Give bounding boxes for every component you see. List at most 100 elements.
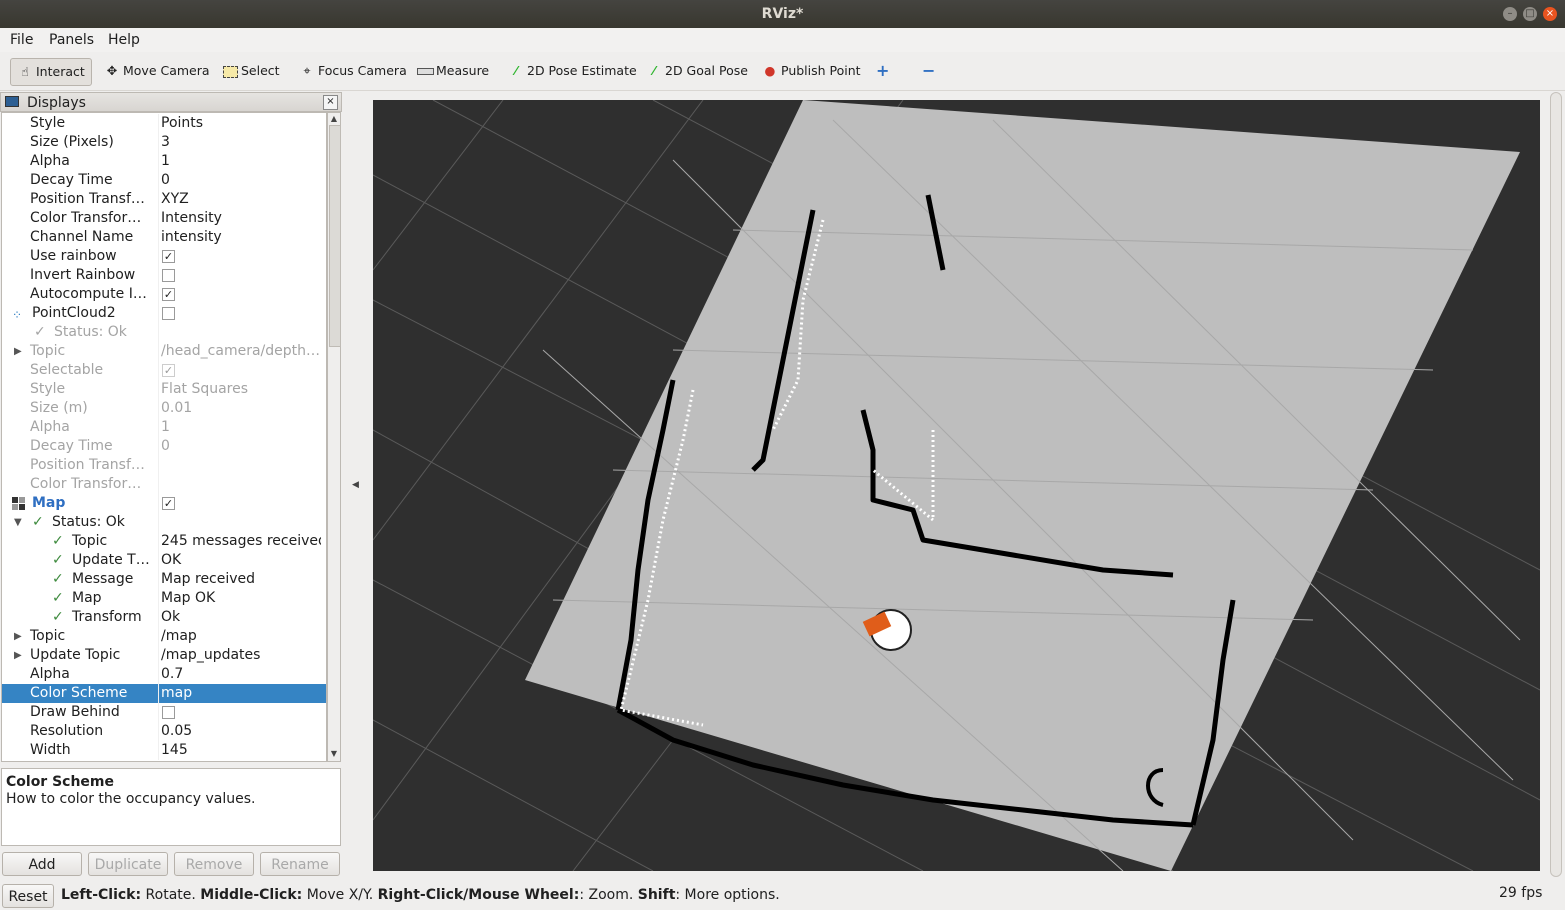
property-checkbox[interactable]: ✓: [162, 364, 175, 377]
property-value[interactable]: 0.01: [161, 399, 321, 418]
focus-camera-tool-button[interactable]: ⌖ Focus Camera: [293, 58, 413, 84]
property-row[interactable]: Autocompute I… ✓: [2, 285, 326, 304]
property-row[interactable]: ▶ Update Topic/map_updates: [2, 646, 326, 665]
property-row[interactable]: Color Transfor…: [2, 475, 326, 494]
expand-right-icon[interactable]: ▶: [14, 627, 22, 646]
property-row[interactable]: Decay Time 0: [2, 171, 326, 190]
expand-right-icon[interactable]: ▶: [14, 342, 22, 361]
maximize-icon[interactable]: □: [1523, 7, 1537, 21]
reset-button[interactable]: Reset: [2, 884, 54, 908]
property-checkbox[interactable]: ✓: [162, 497, 175, 510]
property-row[interactable]: Color Transfor… Intensity: [2, 209, 326, 228]
property-value[interactable]: intensity: [161, 228, 321, 247]
property-row[interactable]: ✓ Topic 245 messages received: [2, 532, 326, 551]
property-row[interactable]: ✓ Update T… OK: [2, 551, 326, 570]
right-panel-handle[interactable]: [1549, 92, 1563, 877]
displays-scrollbar[interactable]: ▲ ▼: [327, 112, 341, 762]
property-checkbox[interactable]: [162, 269, 175, 282]
expand-right-icon[interactable]: ▶: [14, 646, 22, 665]
property-row[interactable]: Decay Time 0: [2, 437, 326, 456]
property-row[interactable]: Invert Rainbow: [2, 266, 326, 285]
remove-tool-icon[interactable]: −: [916, 58, 941, 84]
property-value[interactable]: 0: [161, 437, 321, 456]
property-row[interactable]: Color Scheme map: [2, 684, 326, 703]
property-checkbox[interactable]: ✓: [162, 250, 175, 263]
property-row[interactable]: ⁘ PointCloud2: [2, 304, 326, 323]
property-row[interactable]: Size (m) 0.01: [2, 399, 326, 418]
pose-estimate-tool-button[interactable]: ⁄ 2D Pose Estimate: [502, 58, 643, 84]
property-value[interactable]: 0.7: [161, 665, 321, 684]
property-value[interactable]: /head_camera/depth…: [161, 342, 321, 361]
render-viewport[interactable]: [373, 100, 1540, 871]
property-value[interactable]: 1: [161, 152, 321, 171]
property-value[interactable]: 245 messages received: [161, 532, 321, 551]
property-row[interactable]: ✓ Transform Ok: [2, 608, 326, 627]
property-row[interactable]: Style Flat Squares: [2, 380, 326, 399]
collapse-left-icon[interactable]: ◀: [352, 480, 359, 490]
property-value[interactable]: Map received: [161, 570, 321, 589]
minimize-icon[interactable]: –: [1503, 7, 1517, 21]
menu-help[interactable]: Help: [108, 32, 140, 48]
measure-tool-button[interactable]: Measure: [411, 58, 495, 84]
property-value[interactable]: 145: [161, 741, 321, 760]
menu-panels[interactable]: Panels: [49, 32, 94, 48]
property-row[interactable]: Use rainbow ✓: [2, 247, 326, 266]
goal-pose-tool-button[interactable]: ⁄ 2D Goal Pose: [640, 58, 754, 84]
property-row[interactable]: Alpha 1: [2, 152, 326, 171]
property-row[interactable]: Size (Pixels) 3: [2, 133, 326, 152]
property-row[interactable]: Alpha 1: [2, 418, 326, 437]
property-row[interactable]: Position Transf…: [2, 456, 326, 475]
property-value[interactable]: 0.05: [161, 722, 321, 741]
property-row[interactable]: Map ✓: [2, 494, 326, 513]
property-value[interactable]: 0: [161, 171, 321, 190]
property-value[interactable]: /map: [161, 627, 321, 646]
property-value[interactable]: OK: [161, 551, 321, 570]
property-row[interactable]: ▶ Topic/map: [2, 627, 326, 646]
property-row[interactable]: Position Transf… XYZ: [2, 190, 326, 209]
property-value[interactable]: /map_updates: [161, 646, 321, 665]
property-row[interactable]: Resolution 0.05: [2, 722, 326, 741]
status-ok-icon: ✓: [52, 533, 64, 549]
property-value[interactable]: Ok: [161, 608, 321, 627]
property-value[interactable]: Intensity: [161, 209, 321, 228]
scroll-down-icon[interactable]: ▼: [329, 749, 339, 759]
displays-tree[interactable]: Style Points Size (Pixels) 3 Alpha 1 Decay Tim…: [1, 112, 327, 762]
property-row[interactable]: Style Points: [2, 114, 326, 133]
property-checkbox[interactable]: [162, 706, 175, 719]
property-row[interactable]: Width 145: [2, 741, 326, 760]
property-row[interactable]: Selectable ✓: [2, 361, 326, 380]
property-value[interactable]: map: [161, 684, 321, 703]
property-value[interactable]: Points: [161, 114, 321, 133]
property-row[interactable]: ▼ ✓ Status: Ok: [2, 513, 326, 532]
property-value[interactable]: 1: [161, 418, 321, 437]
add-button[interactable]: Add: [2, 852, 82, 876]
close-panel-icon[interactable]: ×: [323, 95, 338, 110]
property-value[interactable]: 3: [161, 133, 321, 152]
menu-file[interactable]: File: [10, 32, 33, 48]
property-row[interactable]: ✓ Status: Ok: [2, 323, 326, 342]
publish-point-tool-button[interactable]: ● Publish Point: [756, 58, 867, 84]
move-camera-tool-button[interactable]: ✥ Move Camera: [98, 58, 216, 84]
property-row[interactable]: Channel Name intensity: [2, 228, 326, 247]
property-row[interactable]: ✓ Map Map OK: [2, 589, 326, 608]
expand-down-icon[interactable]: ▼: [14, 513, 22, 532]
scroll-up-icon[interactable]: ▲: [329, 114, 339, 124]
interact-tool-button[interactable]: ☝ Interact: [10, 58, 92, 86]
add-tool-icon[interactable]: +: [870, 58, 895, 84]
property-value[interactable]: XYZ: [161, 190, 321, 209]
property-value[interactable]: Map OK: [161, 589, 321, 608]
rename-button[interactable]: Rename: [260, 852, 340, 876]
property-value[interactable]: Flat Squares: [161, 380, 321, 399]
property-name: Channel Name: [30, 229, 134, 245]
property-checkbox[interactable]: ✓: [162, 288, 175, 301]
close-icon[interactable]: ×: [1543, 7, 1557, 21]
duplicate-button[interactable]: Duplicate: [88, 852, 168, 876]
property-checkbox[interactable]: [162, 307, 175, 320]
property-row[interactable]: ▶ Topic/head_camera/depth…: [2, 342, 326, 361]
property-row[interactable]: Alpha 0.7: [2, 665, 326, 684]
select-tool-button[interactable]: Select: [216, 58, 286, 84]
property-row[interactable]: Draw Behind: [2, 703, 326, 722]
scroll-thumb[interactable]: [329, 125, 341, 347]
property-row[interactable]: ✓ Message Map received: [2, 570, 326, 589]
remove-button[interactable]: Remove: [174, 852, 254, 876]
